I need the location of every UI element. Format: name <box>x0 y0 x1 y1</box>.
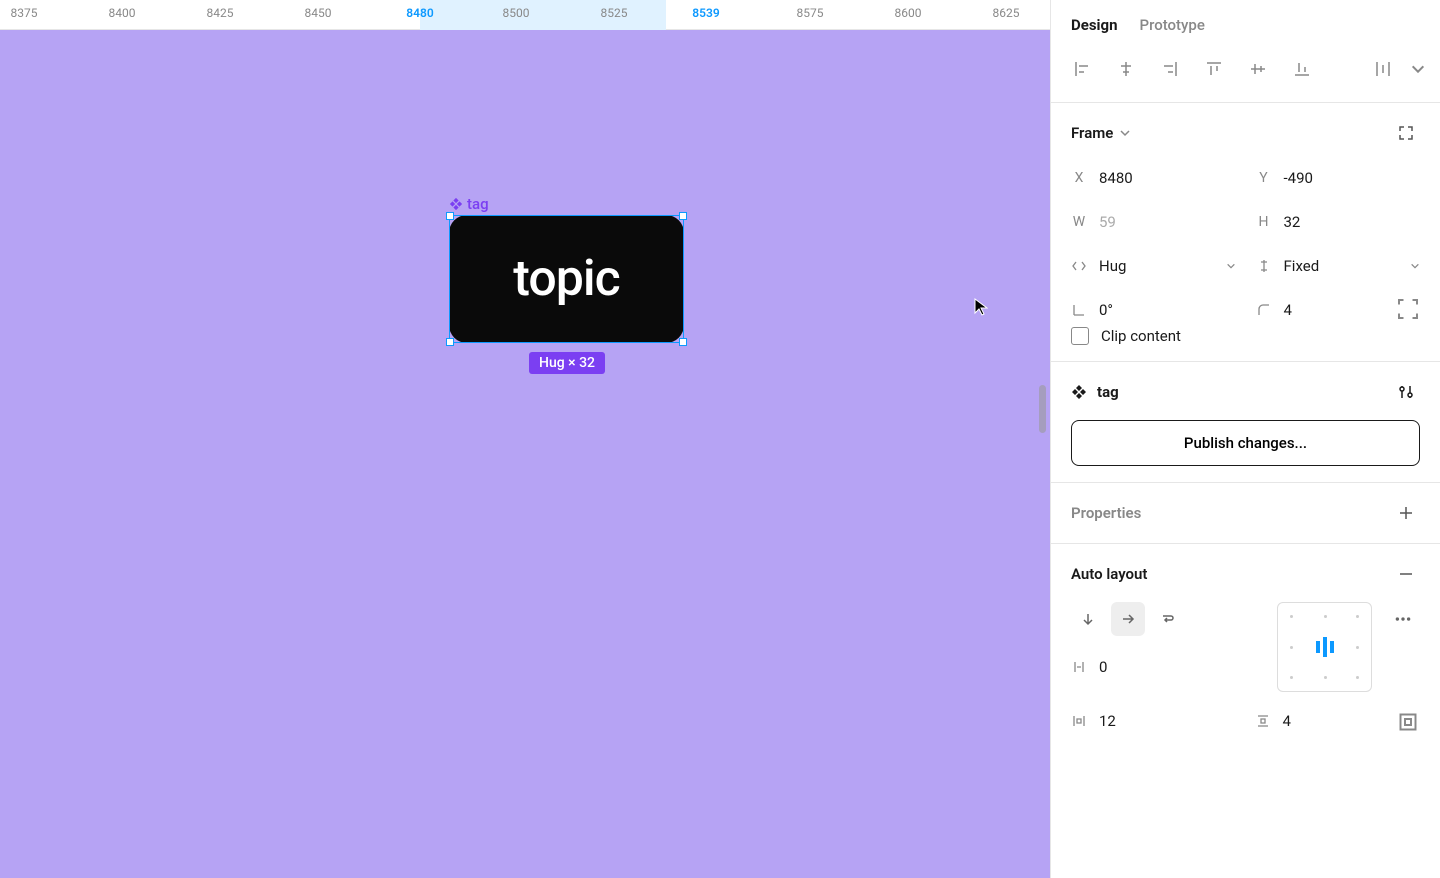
ruler-tick: 8500 <box>503 6 530 20</box>
panel-tabs: Design Prototype <box>1051 0 1440 46</box>
clip-content-label: Clip content <box>1101 327 1181 345</box>
padding-h-field[interactable]: 12 <box>1071 704 1237 738</box>
ruler-tick: 8425 <box>207 6 234 20</box>
padding-v-icon <box>1255 714 1271 728</box>
align-vcenter-button[interactable] <box>1241 52 1275 86</box>
autolayout-more-button[interactable] <box>1386 602 1420 636</box>
x-field[interactable]: X8480 <box>1071 161 1236 195</box>
component-section: tag Publish changes... <box>1051 362 1440 483</box>
properties-title: Properties <box>1071 504 1141 522</box>
ruler-tick: 8400 <box>109 6 136 20</box>
horizontal-ruler[interactable]: 8375 8400 8425 8450 8480 8500 8525 8539 8575 8600… <box>0 0 1050 30</box>
ruler-tick: 8450 <box>305 6 332 20</box>
component-settings-button[interactable] <box>1392 378 1420 406</box>
frame-title[interactable]: Frame <box>1071 124 1113 142</box>
y-field[interactable]: Y-490 <box>1256 161 1421 195</box>
component-icon <box>1071 384 1087 400</box>
add-property-button[interactable] <box>1392 499 1420 527</box>
cursor-icon <box>974 298 988 316</box>
publish-changes-button[interactable]: Publish changes... <box>1071 420 1420 466</box>
chevron-down-icon <box>1226 261 1236 271</box>
alignment-grid[interactable] <box>1277 602 1372 692</box>
horiz-resize-icon <box>1071 259 1087 273</box>
resize-to-fit-button[interactable] <box>1392 119 1420 147</box>
ruler-tick: 8575 <box>797 6 824 20</box>
resize-handle-br[interactable] <box>679 338 687 346</box>
tag-node[interactable]: topic <box>449 215 684 343</box>
independent-padding-button[interactable] <box>1396 710 1420 734</box>
align-more-button[interactable] <box>1410 52 1426 86</box>
chevron-down-icon[interactable] <box>1119 127 1131 139</box>
autolayout-section: Auto layout 0 <box>1051 544 1440 750</box>
direction-horizontal-button[interactable] <box>1111 602 1145 636</box>
remove-autolayout-button[interactable] <box>1392 560 1420 588</box>
design-panel: Design Prototype Frame X848 <box>1050 0 1440 878</box>
align-bottom-button[interactable] <box>1285 52 1319 86</box>
clip-content-row[interactable]: Clip content <box>1071 327 1420 345</box>
vert-resize-field[interactable]: Fixed <box>1256 249 1421 283</box>
w-field[interactable]: W59 <box>1071 205 1236 239</box>
canvas-area[interactable]: 8375 8400 8425 8450 8480 8500 8525 8539 8575 8600… <box>0 0 1050 878</box>
node-label[interactable]: tag <box>449 195 489 213</box>
dimension-badge: Hug × 32 <box>529 352 605 374</box>
ruler-selection <box>420 0 666 30</box>
independent-corners-button[interactable] <box>1396 297 1420 321</box>
resize-handle-bl[interactable] <box>446 338 454 346</box>
alignment-row <box>1051 46 1440 103</box>
component-name: tag <box>1097 383 1382 401</box>
chevron-down-icon <box>1410 261 1420 271</box>
ruler-tick: 8480 <box>406 6 433 20</box>
tab-design[interactable]: Design <box>1071 16 1118 34</box>
direction-wrap-button[interactable] <box>1151 602 1185 636</box>
component-icon <box>449 197 463 211</box>
align-left-button[interactable] <box>1065 52 1099 86</box>
gap-icon <box>1071 660 1087 674</box>
clip-content-checkbox[interactable] <box>1071 327 1089 345</box>
direction-vertical-button[interactable] <box>1071 602 1105 636</box>
ruler-tick: 8375 <box>11 6 38 20</box>
resize-handle-tl[interactable] <box>446 212 454 220</box>
gap-field[interactable]: 0 <box>1071 650 1257 684</box>
vertical-scrollbar[interactable] <box>1039 385 1046 433</box>
ruler-tick: 8525 <box>601 6 628 20</box>
node-label-text: tag <box>467 195 489 213</box>
align-hcenter-button[interactable] <box>1109 52 1143 86</box>
radius-icon <box>1256 303 1272 317</box>
ruler-tick: 8539 <box>692 6 719 20</box>
align-right-button[interactable] <box>1153 52 1187 86</box>
frame-section: Frame X8480 Y-490 W59 H32 Hug Fixed <box>1051 103 1440 362</box>
ruler-tick: 8625 <box>993 6 1020 20</box>
horiz-resize-field[interactable]: Hug <box>1071 249 1236 283</box>
angle-icon <box>1071 303 1087 317</box>
node-text: topic <box>513 250 619 308</box>
ruler-tick: 8600 <box>895 6 922 20</box>
rotation-field[interactable]: 0° <box>1071 293 1236 327</box>
resize-handle-tr[interactable] <box>679 212 687 220</box>
distribute-button[interactable] <box>1366 52 1400 86</box>
h-field[interactable]: H32 <box>1256 205 1421 239</box>
padding-h-icon <box>1071 714 1087 728</box>
tab-prototype[interactable]: Prototype <box>1140 16 1205 34</box>
align-top-button[interactable] <box>1197 52 1231 86</box>
vert-resize-icon <box>1256 259 1272 273</box>
autolayout-title: Auto layout <box>1071 565 1147 583</box>
canvas[interactable]: tag topic Hug × 32 <box>0 30 1050 878</box>
properties-section: Properties <box>1051 483 1440 544</box>
